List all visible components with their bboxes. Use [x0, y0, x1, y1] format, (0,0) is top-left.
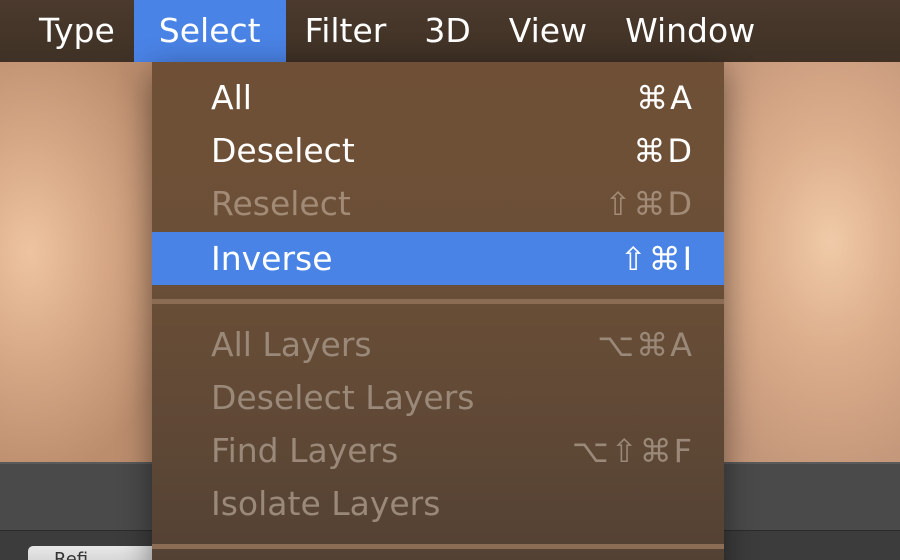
canvas-image-right — [720, 62, 900, 462]
menu-view[interactable]: View — [490, 0, 606, 62]
menu-item-label: Find Layers — [211, 431, 399, 470]
menu-item-shortcut: ⌥⌘A — [597, 325, 694, 364]
menu-item-shortcut: ⌥⇧⌘F — [571, 431, 694, 470]
menu-item-inverse[interactable]: Inverse ⇧⌘I — [152, 232, 724, 285]
menu-item-all[interactable]: All ⌘A — [152, 71, 724, 124]
photoshop-window: Refi Type Select Filter 3D View Window A… — [0, 0, 900, 560]
menu-item-label: Inverse — [211, 239, 333, 278]
menu-separator — [152, 299, 724, 304]
menu-item-label: All — [211, 78, 252, 117]
menu-filter[interactable]: Filter — [286, 0, 406, 62]
menu-bar: Type Select Filter 3D View Window — [0, 0, 900, 62]
refine-button[interactable]: Refi — [28, 546, 158, 560]
canvas-image-left — [0, 62, 152, 462]
menu-3d[interactable]: 3D — [405, 0, 489, 62]
menu-item-isolate-layers: Isolate Layers — [152, 477, 724, 530]
menu-separator — [152, 544, 724, 549]
menu-item-label: Deselect Layers — [211, 378, 475, 417]
menu-item-label: All Layers — [211, 325, 372, 364]
menu-select[interactable]: Select — [133, 0, 286, 62]
select-dropdown-menu: All ⌘A Deselect ⌘D Reselect ⇧⌘D Inverse … — [152, 62, 724, 560]
menu-item-label: Isolate Layers — [211, 484, 441, 523]
menu-item-label: Reselect — [211, 184, 351, 223]
menu-window[interactable]: Window — [606, 0, 774, 62]
menu-item-shortcut: ⌘A — [636, 78, 694, 117]
menu-item-label: Deselect — [211, 131, 355, 170]
menu-item-shortcut: ⇧⌘I — [619, 239, 694, 278]
menu-item-shortcut: ⌘D — [633, 131, 694, 170]
menu-item-reselect: Reselect ⇧⌘D — [152, 177, 724, 230]
menu-item-all-layers: All Layers ⌥⌘A — [152, 318, 724, 371]
menu-item-shortcut: ⇧⌘D — [604, 184, 694, 223]
menu-type[interactable]: Type — [20, 0, 134, 62]
menu-item-deselect[interactable]: Deselect ⌘D — [152, 124, 724, 177]
menu-item-find-layers: Find Layers ⌥⇧⌘F — [152, 424, 724, 477]
menu-item-deselect-layers: Deselect Layers — [152, 371, 724, 424]
